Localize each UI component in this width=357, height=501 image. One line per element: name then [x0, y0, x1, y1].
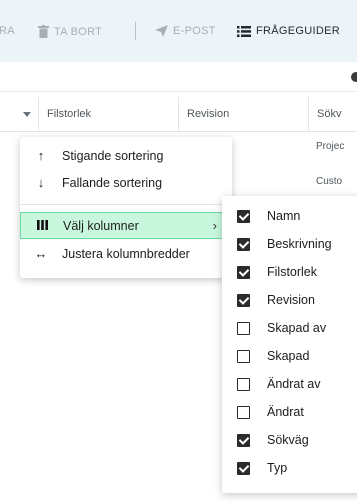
column-toggle-path[interactable]: Sökväg — [222, 426, 357, 454]
column-toggle-label: Skapad av — [267, 321, 327, 335]
column-toggle-filesize[interactable]: Filstorlek — [222, 258, 357, 286]
column-menu: ↑ Stigande sortering ↓ Fallande sorterin… — [20, 137, 232, 278]
column-toggle-label: Revision — [267, 293, 315, 307]
column-toggle-label: Ändrat — [267, 405, 304, 419]
menu-item-label: Justera kolumnbredder — [62, 246, 190, 261]
column-header-label: Filstorlek — [47, 108, 92, 120]
column-toggle-created-by[interactable]: Skapad av — [222, 314, 357, 342]
chevron-right-icon: › — [212, 218, 217, 233]
columns-icon — [35, 218, 49, 233]
menu-item-autosize-columns[interactable]: ↔ Justera kolumnbredder — [20, 240, 232, 267]
table-cell: Projec — [316, 141, 345, 152]
column-toggle-label: Skapad — [267, 349, 310, 363]
column-toggle-modified[interactable]: Ändrat — [222, 398, 357, 426]
email-button[interactable]: E-POST — [155, 25, 216, 37]
checkbox-unchecked[interactable] — [237, 377, 250, 391]
column-toggle-name[interactable]: Namn — [222, 202, 357, 230]
checkbox-checked[interactable] — [237, 293, 250, 307]
checkbox-unchecked[interactable] — [237, 321, 250, 335]
query-guides-button[interactable]: FRÅGEGUIDER — [237, 25, 340, 37]
column-header-path[interactable]: Sökv — [308, 97, 357, 132]
menu-item-choose-columns[interactable]: Välj kolumner › — [20, 212, 232, 239]
arrows-horizontal-icon: ↔ — [34, 246, 48, 261]
arrow-up-icon: ↑ — [37, 148, 45, 163]
column-toggle-created[interactable]: Skapad — [222, 342, 357, 370]
checkbox-checked[interactable] — [237, 461, 250, 475]
column-toggle-label: Beskrivning — [267, 237, 332, 251]
menu-item-sort-descending[interactable]: ↓ Fallande sortering — [20, 169, 232, 196]
caret-down-icon[interactable] — [23, 112, 31, 117]
trash-icon — [38, 25, 49, 38]
checkbox-checked[interactable] — [237, 237, 250, 251]
column-header-label: Sökv — [317, 108, 342, 120]
toolbar: RA TA BORT E-POST FRÅGEGUIDER — [0, 0, 357, 62]
list-icon — [237, 25, 251, 37]
search-row[interactable] — [0, 62, 357, 92]
query-guides-label: FRÅGEGUIDER — [256, 25, 340, 37]
send-icon — [155, 25, 168, 37]
table-cell: Custo — [316, 176, 343, 187]
column-toggle-type[interactable]: Typ — [222, 454, 357, 482]
menu-item-label: Fallande sortering — [62, 175, 163, 190]
column-toggle-label: Namn — [267, 209, 301, 223]
column-toggle-label: Typ — [267, 461, 288, 475]
checkbox-unchecked[interactable] — [237, 349, 250, 363]
column-toggle-description[interactable]: Beskrivning — [222, 230, 357, 258]
toolbar-partial-button[interactable]: RA — [0, 25, 15, 37]
column-header-revision[interactable]: Revision — [178, 97, 308, 132]
column-header-label: Revision — [187, 108, 230, 120]
search-icon[interactable] — [351, 72, 357, 82]
column-toggle-modified-by[interactable]: Ändrat av — [222, 370, 357, 398]
menu-item-label: Välj kolumner — [63, 218, 139, 233]
email-label: E-POST — [173, 25, 216, 37]
column-toggle-label: Sökväg — [267, 433, 309, 447]
arrow-down-icon: ↓ — [37, 175, 45, 190]
toolbar-divider — [135, 22, 136, 40]
delete-button[interactable]: TA BORT — [38, 25, 102, 38]
column-header-filesize[interactable]: Filstorlek — [38, 97, 178, 132]
columns-submenu: Namn Beskrivning Filstorlek Revision Ska… — [222, 196, 357, 493]
checkbox-checked[interactable] — [237, 265, 250, 279]
menu-item-label: Stigande sortering — [62, 148, 164, 163]
column-menu-trigger[interactable] — [0, 97, 38, 132]
toolbar-partial-label: RA — [0, 25, 15, 37]
column-toggle-revision[interactable]: Revision — [222, 286, 357, 314]
menu-item-sort-ascending[interactable]: ↑ Stigande sortering — [20, 142, 232, 169]
menu-divider — [20, 204, 232, 205]
checkbox-unchecked[interactable] — [237, 405, 250, 419]
delete-label: TA BORT — [54, 25, 103, 38]
column-toggle-label: Ändrat av — [267, 377, 321, 391]
checkbox-checked[interactable] — [237, 209, 250, 223]
checkbox-checked[interactable] — [237, 433, 250, 447]
column-toggle-label: Filstorlek — [267, 265, 318, 279]
grid-header: Filstorlek Revision Sökv — [0, 97, 357, 132]
